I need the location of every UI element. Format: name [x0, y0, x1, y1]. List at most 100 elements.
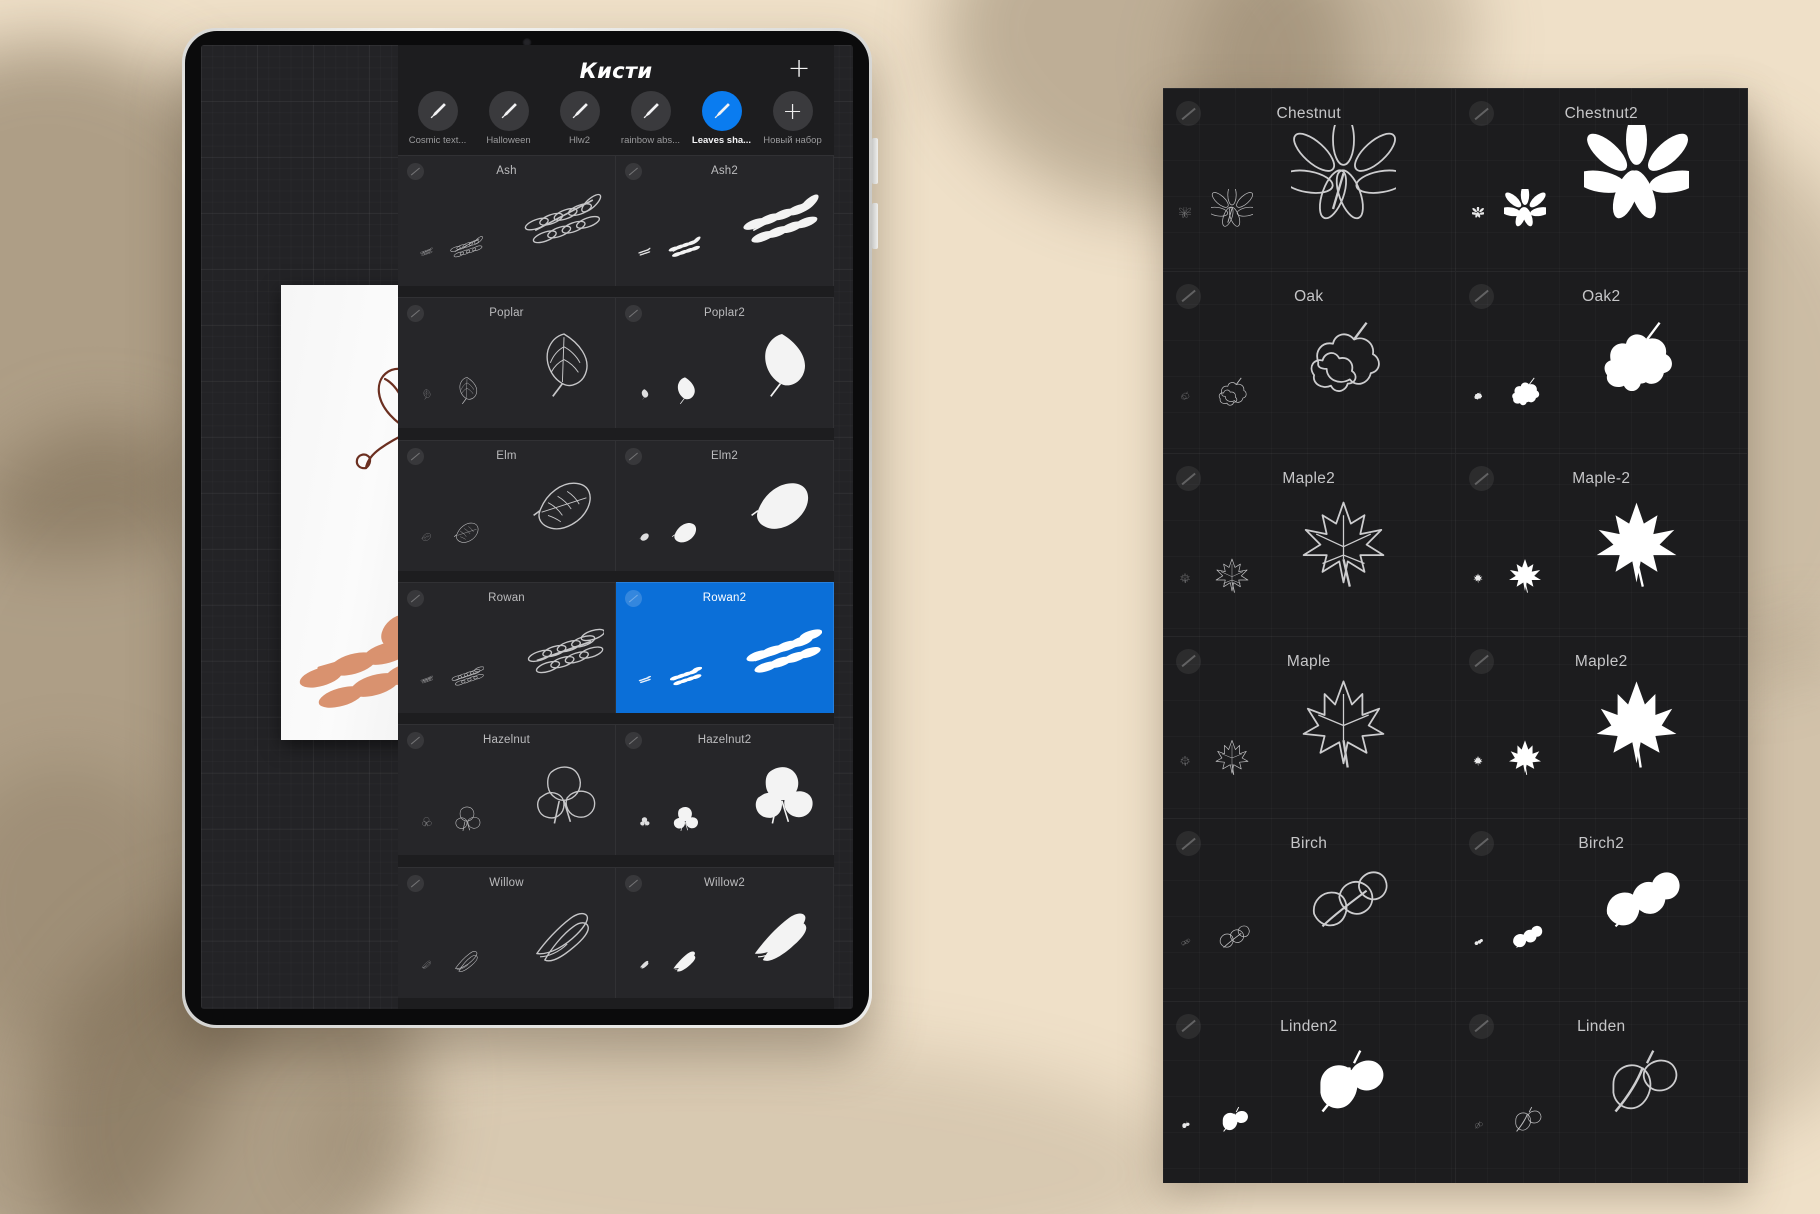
leaf-shadow: [296, 1024, 1204, 1214]
leaf-stamp-poplar: [641, 389, 649, 400]
brush-item-poplar[interactable]: Poplar: [398, 297, 616, 429]
leaf-stamp-ash: [450, 236, 483, 258]
brush-set-3[interactable]: Hlw2: [544, 91, 615, 146]
brush-grid[interactable]: Ash Ash2 Poplar Poplar2 Elm Elm2 Rowan Rowan2 Ha…: [398, 155, 834, 1009]
leaf-stamp-birch: [1606, 872, 1680, 928]
detail-brush-item-maple2[interactable]: Maple2: [1455, 635, 1748, 818]
brush-item-rowan2[interactable]: Rowan2: [616, 581, 834, 713]
brush-item-elm[interactable]: Elm: [398, 439, 616, 571]
brush-item-elm2[interactable]: Elm2: [616, 439, 834, 571]
leaf-stamp-oak: [1181, 391, 1190, 400]
brush-preview: [398, 298, 615, 428]
brush-set-label: Новый набор: [763, 135, 822, 146]
leaf-stamp-rowan: [420, 675, 433, 684]
tablet-screen-bezel: Кисти + Cosmic text... Halloween Hlw2 rainb…: [185, 31, 869, 1025]
brush-set-label: rainbow abs...: [620, 135, 681, 146]
brush-item-ash2[interactable]: Ash2: [616, 155, 834, 286]
brush-set-icon[interactable]: [417, 91, 458, 131]
volume-down-button[interactable]: [872, 203, 878, 249]
brush-preview: [398, 156, 615, 286]
brush-set-5[interactable]: Leaves sha...: [686, 91, 757, 146]
brush-set-icon[interactable]: [630, 91, 671, 131]
brush-detail-panel[interactable]: Chestnut Chestnut2 Oak Oak2 Maple2 Maple-2 Map…: [1163, 88, 1748, 1183]
detail-brush-item-chestnut2[interactable]: Chestnut2: [1455, 88, 1748, 271]
leaf-stamp-maple2: [1472, 755, 1483, 766]
leaf-stamp-willow: [455, 950, 478, 972]
leaf-stamp-willow: [421, 960, 431, 969]
brush-item-ash[interactable]: Ash: [398, 155, 616, 286]
leaf-stamp-oak: [1473, 391, 1482, 399]
brush-preview: [616, 298, 833, 428]
brush-preview: [398, 583, 615, 713]
leaf-stamp-elm: [639, 532, 649, 541]
leaf-stamp-ash: [524, 193, 602, 244]
detail-brush-item-birch[interactable]: Birch: [1163, 818, 1456, 1001]
brushes-panel-header: Кисти + Cosmic text... Halloween Hlw2 rainb…: [398, 45, 834, 155]
leaf-stamp-oak: [1310, 321, 1380, 392]
leaf-stamp-hazelnut: [640, 817, 650, 827]
detail-brush-item-maple[interactable]: Maple: [1163, 635, 1456, 819]
leaf-stamp-ash: [638, 247, 651, 256]
brush-item-hazelnut2[interactable]: Hazelnut2: [616, 724, 834, 856]
brush-preview: [398, 868, 615, 998]
leaf-stamp-maple: [1508, 559, 1541, 593]
leaf-stamp-maple: [1596, 502, 1676, 587]
scene-background: Кисти + Cosmic text... Halloween Hlw2 rainb…: [0, 0, 1820, 1214]
detail-brush-item-oak[interactable]: Oak: [1163, 270, 1456, 454]
detail-brush-preview: [1163, 272, 1455, 454]
leaf-stamp-rowan: [451, 666, 484, 686]
leaf-stamp-willow: [640, 960, 649, 969]
brush-set-label: Cosmic text...: [408, 135, 467, 146]
brush-set-6[interactable]: + Новый набор: [757, 91, 828, 146]
detail-brush-item-chestnut[interactable]: Chestnut: [1163, 88, 1456, 271]
brush-set-icon[interactable]: [488, 91, 529, 131]
brush-preview: [616, 868, 833, 998]
leaf-stamp-maple: [1472, 573, 1483, 584]
detail-brush-preview: [1456, 819, 1748, 1001]
detail-brush-preview: [1163, 637, 1455, 819]
brush-icon: [714, 103, 730, 119]
brush-set-icon[interactable]: [559, 91, 600, 131]
detail-brush-item-maple-2[interactable]: Maple-2: [1455, 453, 1748, 636]
leaf-stamp-hazelnut: [422, 817, 432, 827]
brush-item-willow2[interactable]: Willow2: [616, 866, 834, 998]
brush-preview: [398, 725, 615, 855]
brush-item-poplar2[interactable]: Poplar2: [616, 297, 834, 429]
brush-set-4[interactable]: rainbow abs...: [615, 91, 686, 146]
leaf-stamp-chestnut: [1211, 189, 1253, 227]
detail-brush-preview: [1163, 1002, 1455, 1184]
detail-brush-item-linden[interactable]: Linden: [1455, 1000, 1748, 1183]
brush-icon: [572, 103, 588, 119]
detail-brush-preview: [1456, 89, 1748, 271]
brush-item-hazelnut[interactable]: Hazelnut: [398, 724, 616, 856]
brush-item-willow[interactable]: Willow: [398, 866, 616, 998]
brush-set-icon[interactable]: [701, 91, 742, 131]
leaf-stamp-ash: [420, 247, 433, 256]
leaf-stamp-rowan: [669, 666, 702, 686]
brush-item-rowan[interactable]: Rowan: [398, 581, 616, 713]
brush-preview: [398, 441, 615, 571]
drawing-app-canvas[interactable]: Кисти + Cosmic text... Halloween Hlw2 rainb…: [201, 45, 853, 1009]
detail-brush-item-oak2[interactable]: Oak2: [1455, 270, 1748, 453]
brush-set-strip[interactable]: Cosmic text... Halloween Hlw2 rainbow abs..…: [398, 91, 834, 153]
leaf-stamp-ash: [668, 236, 701, 257]
detail-brush-item-linden2[interactable]: Linden2: [1163, 1000, 1456, 1184]
brush-icon: [501, 103, 517, 119]
leaf-stamp-maple2: [1180, 755, 1190, 766]
brush-set-1[interactable]: Cosmic text...: [402, 91, 473, 146]
brush-icon: [643, 103, 659, 119]
brush-preview: [616, 583, 833, 713]
leaf-stamp-linden: [1474, 1120, 1483, 1128]
add-brush-set-icon[interactable]: +: [786, 55, 812, 83]
detail-brush-item-birch2[interactable]: Birch2: [1455, 818, 1748, 1001]
add-brush-set-button[interactable]: +: [772, 91, 813, 131]
detail-brush-item-maple2[interactable]: Maple2: [1163, 453, 1456, 636]
volume-up-button[interactable]: [872, 138, 878, 184]
leaf-stamp-chestnut: [1503, 189, 1546, 227]
leaf-stamp-poplar: [677, 377, 695, 405]
brush-set-2[interactable]: Halloween: [473, 91, 544, 146]
brushes-panel[interactable]: Кисти + Cosmic text... Halloween Hlw2 rainb…: [398, 45, 834, 1009]
leaf-stamp-birch: [1474, 938, 1483, 946]
leaf-stamp-poplar: [546, 333, 588, 398]
leaf-stamp-hazelnut: [455, 807, 481, 832]
